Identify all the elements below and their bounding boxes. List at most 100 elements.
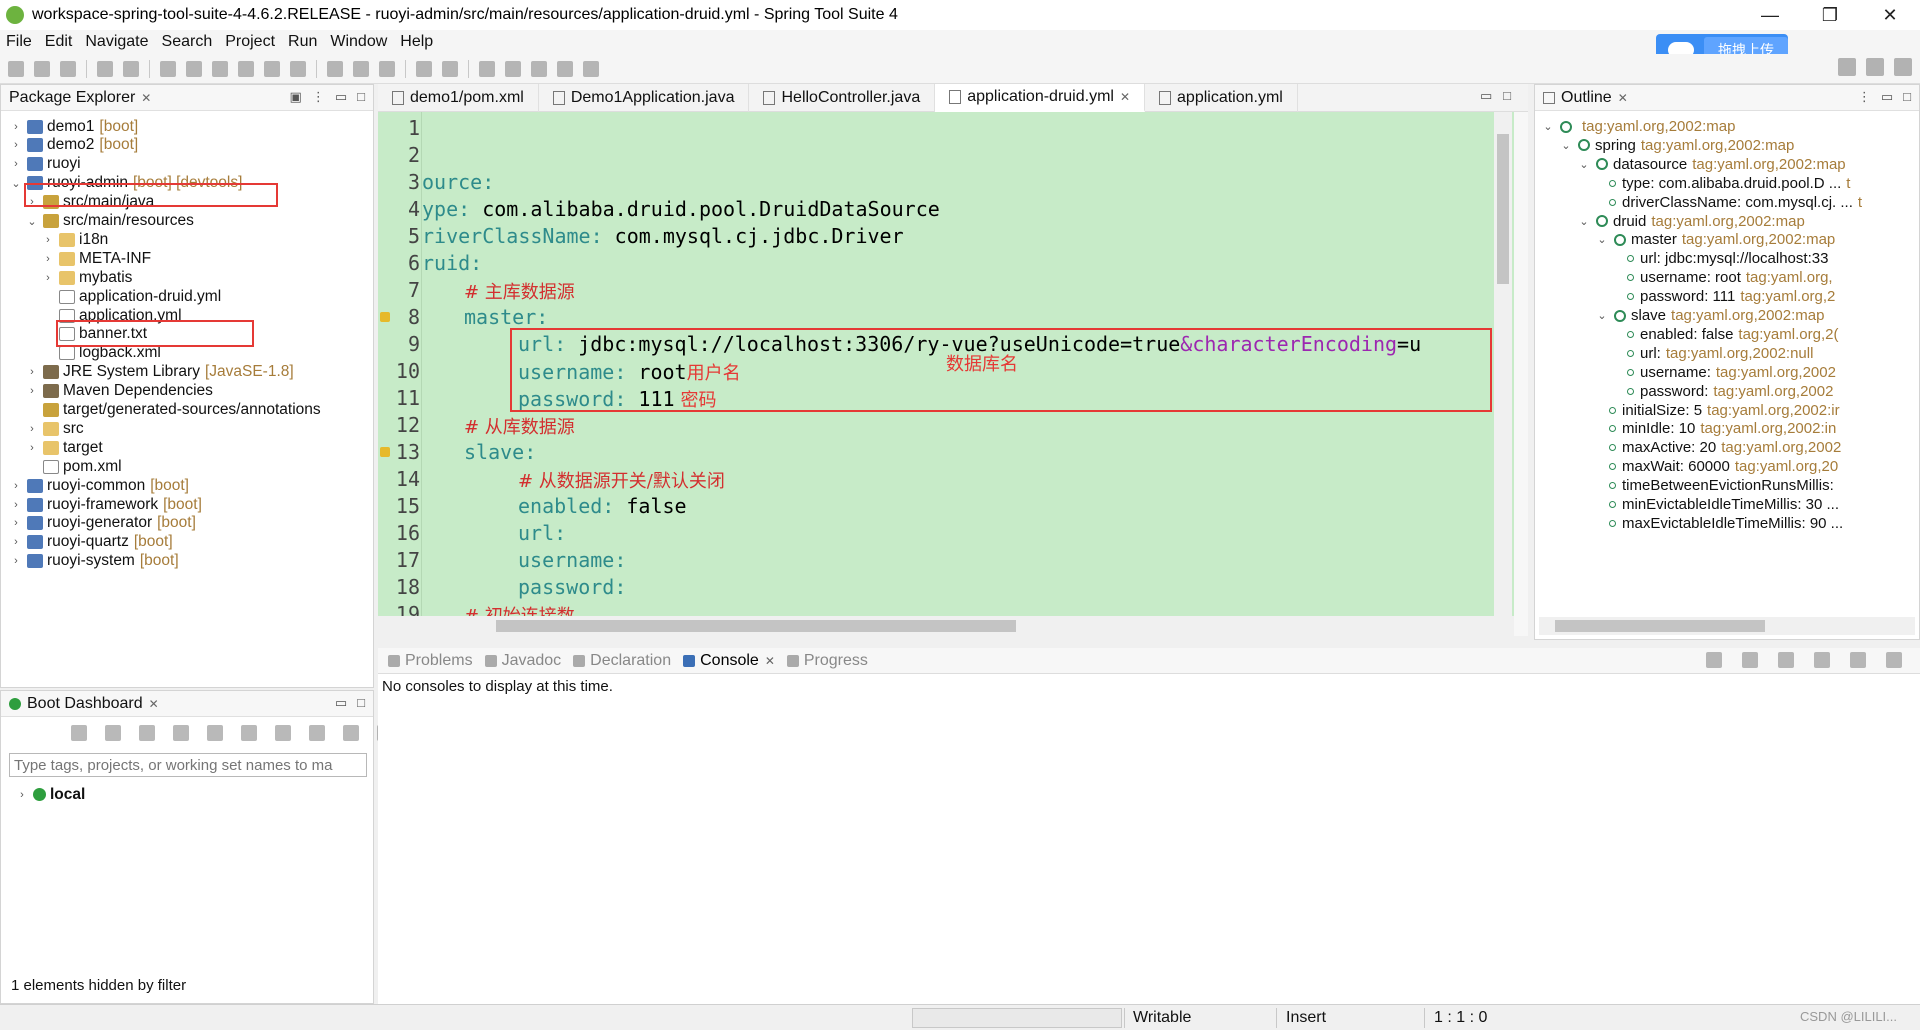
view-menu-icon[interactable]: ⋮ [312,89,325,105]
new-java-project-icon[interactable] [327,60,343,77]
pin-editor-icon[interactable] [583,60,599,77]
chevron-right-icon[interactable]: › [9,121,23,133]
spring-console-icon[interactable] [1814,652,1830,668]
back-icon[interactable] [531,60,547,77]
editor-horizontal-scrollbar[interactable] [378,616,1512,636]
warning-icon[interactable] [380,312,390,322]
close-view-icon[interactable]: ✕ [149,697,159,711]
link-icon[interactable] [241,725,257,741]
debug-icon[interactable] [105,725,121,741]
chevron-right-icon[interactable]: › [9,536,23,548]
tab-console[interactable]: Console ✕ [677,652,781,670]
menu-project[interactable]: Project [225,33,275,51]
boot-dashboard-title[interactable]: Boot Dashboard [27,695,143,713]
terminal-icon[interactable] [97,60,113,77]
menu-help[interactable]: Help [400,33,433,51]
maximize-view-icon[interactable]: □ [357,89,365,105]
close-button[interactable]: ✕ [1860,0,1920,30]
tab-application-yml[interactable]: application.yml [1145,84,1298,112]
start-icon[interactable] [71,725,87,741]
run-external-icon[interactable] [238,60,254,77]
warning-icon[interactable] [380,447,390,457]
chevron-down-icon[interactable]: ⌄ [1577,215,1591,228]
chevron-down-icon[interactable]: ⌄ [1541,120,1555,133]
minimize-button[interactable]: — [1740,0,1800,30]
open-browser-icon[interactable] [173,725,189,741]
outline-item[interactable]: maxEvictableIdleTimeMillis: 90 ... [1595,512,1843,535]
chevron-right-icon[interactable]: › [25,442,39,454]
lightbulb-icon[interactable] [343,725,359,741]
stop-icon[interactable] [264,60,280,77]
chevron-right-icon[interactable]: › [9,499,23,511]
code-editor[interactable]: 1 2 3 4 5 6 7 8 9 10 11 12 13 14 15 16 17 18 19 ource: ype:… [378,112,1528,616]
chevron-right-icon[interactable]: › [9,158,23,170]
menu-search[interactable]: Search [162,33,213,51]
boot-dashboard-filter-input[interactable] [9,753,367,777]
prev-annotation-icon[interactable] [505,60,521,77]
tab-javadoc[interactable]: Javadoc [479,652,568,670]
save-all-icon[interactable] [60,60,76,77]
new-package-icon[interactable] [353,60,369,77]
chevron-down-icon[interactable]: ⌄ [1595,233,1609,246]
tab-problems[interactable]: Problems [382,652,479,670]
close-tab-icon[interactable]: ✕ [765,654,775,668]
close-tab-icon[interactable]: ✕ [1120,90,1130,104]
new-icon[interactable] [8,60,24,77]
new-class-icon[interactable] [379,60,395,77]
save-icon[interactable] [34,60,50,77]
tab-declaration[interactable]: Declaration [567,652,677,670]
chevron-right-icon[interactable]: › [25,423,39,435]
minimize-view-icon[interactable]: ▭ [335,89,347,105]
open-type-icon[interactable] [416,60,432,77]
outline-horizontal-scrollbar[interactable] [1539,617,1915,635]
build-icon[interactable] [290,60,306,77]
next-annotation-icon[interactable] [479,60,495,77]
tab-progress[interactable]: Progress [781,652,874,670]
tree-item-local[interactable]: › local [15,783,85,806]
chevron-right-icon[interactable]: › [25,366,39,378]
menu-run[interactable]: Run [288,33,317,51]
pin-console-icon[interactable] [1706,652,1722,668]
close-view-icon[interactable]: ✕ [1618,91,1628,105]
maximize-view-icon[interactable]: □ [1503,88,1511,103]
menu-navigate[interactable]: Navigate [85,33,148,51]
skip-breakpoints-icon[interactable] [123,60,139,77]
code-line[interactable]: # 主库数据源 [464,278,575,305]
chevron-right-icon[interactable]: › [41,253,55,265]
chevron-down-icon[interactable]: ⌄ [9,177,23,190]
run-icon[interactable] [212,60,228,77]
tab-application-druid[interactable]: application-druid.yml ✕ [935,84,1146,112]
editor-vertical-scrollbar[interactable] [1494,112,1512,616]
forward-icon[interactable] [557,60,573,77]
tab-hello-controller[interactable]: HelloController.java [749,84,936,112]
code-line[interactable]: password: [518,575,626,602]
code-line[interactable]: # 初始连接数 [464,602,575,616]
chevron-down-icon[interactable]: ⌄ [1559,139,1573,152]
boot-dashboard-icon[interactable] [160,60,176,77]
stop-icon[interactable] [139,725,155,741]
code-line[interactable]: slave: [464,440,536,467]
chevron-right-icon[interactable]: › [25,385,39,397]
chevron-down-icon[interactable]: ⌄ [25,215,39,228]
open-console-icon[interactable] [1778,652,1794,668]
properties-icon[interactable] [309,725,325,741]
minimize-view-icon[interactable]: ▭ [1480,88,1492,103]
chevron-right-icon[interactable]: › [9,480,23,492]
minimize-view-icon[interactable] [1850,652,1866,668]
code-line[interactable]: # 从库数据源 [464,413,575,440]
console-icon[interactable] [207,725,223,741]
display-console-icon[interactable] [1742,652,1758,668]
code-line[interactable]: ource: [422,170,494,197]
close-view-icon[interactable]: ✕ [141,91,151,105]
code-line[interactable]: # 从数据源开关/默认关闭 [518,467,725,494]
menu-window[interactable]: Window [330,33,387,51]
search-tool-icon[interactable] [442,60,458,77]
search-icon[interactable] [1838,58,1856,76]
menu-edit[interactable]: Edit [45,33,73,51]
edit-icon[interactable] [275,725,291,741]
java-perspective-icon[interactable] [1894,58,1912,76]
code-line[interactable]: username: [518,548,626,575]
package-explorer-title[interactable]: Package Explorer [9,89,135,107]
chevron-right-icon[interactable]: › [9,139,23,151]
maximize-view-icon[interactable] [1886,652,1902,668]
